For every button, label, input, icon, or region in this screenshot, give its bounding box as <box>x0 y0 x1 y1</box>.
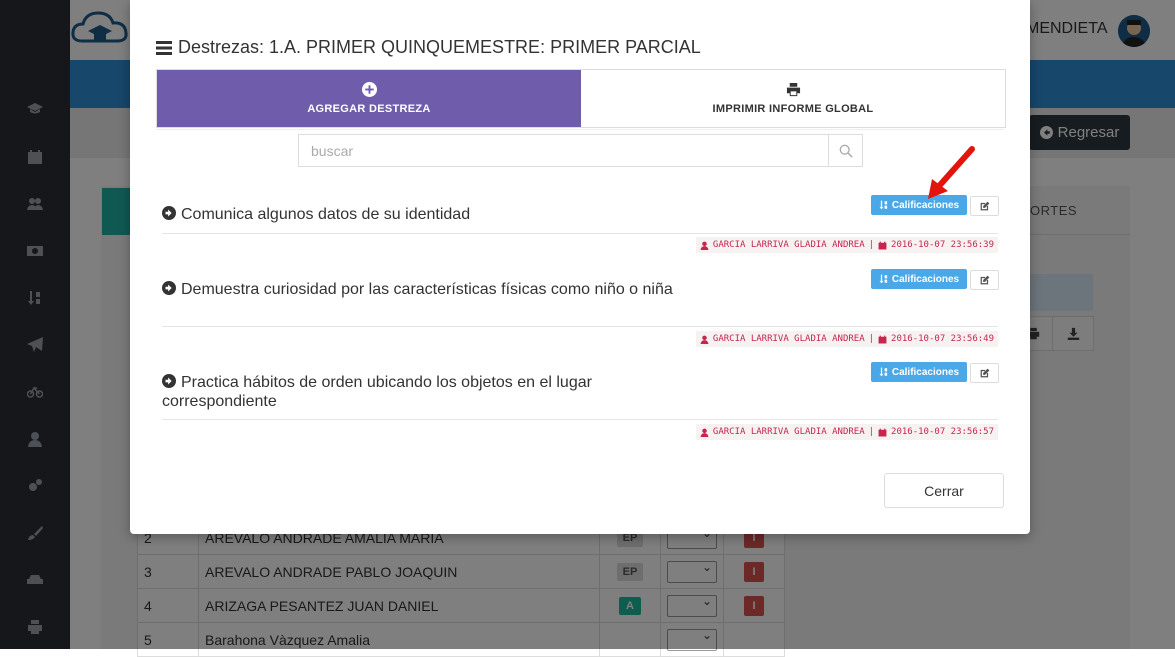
destreza-meta: GARCIA LARRIVA GLADIA ANDREA | 2016-10-0… <box>695 424 998 440</box>
print-report-label: IMPRIMIR INFORME GLOBAL <box>712 103 874 115</box>
destreza-title: Comunica algunos datos de su identidad <box>162 205 702 224</box>
meta-date: 2016-10-07 23:56:57 <box>891 427 994 437</box>
divider <box>156 129 1004 130</box>
calendar-icon <box>878 428 887 436</box>
meta-separator: | <box>868 427 875 437</box>
print-icon <box>786 82 800 97</box>
add-destreza-label: AGREGAR DESTREZA <box>307 103 431 115</box>
meta-date: 2016-10-07 23:56:49 <box>891 334 994 344</box>
destrezas-modal: Destrezas: 1.A. PRIMER QUINQUEMESTRE: PR… <box>130 0 1030 534</box>
meta-separator: | <box>868 334 875 344</box>
modal-title-text: Destrezas: 1.A. PRIMER QUINQUEMESTRE: PR… <box>178 37 701 57</box>
meta-author: GARCIA LARRIVA GLADIA ANDREA <box>712 240 865 250</box>
sort-numeric-icon <box>879 200 887 210</box>
bars-icon <box>156 40 172 55</box>
close-button[interactable]: Cerrar <box>884 473 1004 508</box>
modal-title: Destrezas: 1.A. PRIMER QUINQUEMESTRE: PR… <box>156 37 701 58</box>
divider <box>162 326 998 327</box>
edit-button[interactable] <box>970 270 999 290</box>
sort-numeric-icon <box>879 367 887 377</box>
edit-icon <box>980 275 989 285</box>
search-bar <box>298 134 863 167</box>
calendar-icon <box>878 335 887 343</box>
edit-icon <box>980 368 989 378</box>
calificaciones-button[interactable]: Calificaciones <box>871 362 967 382</box>
calificaciones-label: Calificaciones <box>891 273 960 285</box>
sort-numeric-icon <box>879 274 887 284</box>
arrow-circle-right-icon <box>162 206 176 220</box>
add-destreza-button[interactable]: AGREGAR DESTREZA <box>157 70 581 127</box>
destreza-title: Demuestra curiosidad por las característ… <box>162 280 702 299</box>
divider <box>162 233 998 234</box>
search-input[interactable] <box>298 134 829 167</box>
edit-button[interactable] <box>970 363 999 383</box>
calificaciones-button[interactable]: Calificaciones <box>871 269 967 289</box>
user-icon <box>700 241 709 250</box>
plus-circle-icon <box>361 82 377 97</box>
print-report-button[interactable]: IMPRIMIR INFORME GLOBAL <box>581 70 1005 127</box>
destreza-meta: GARCIA LARRIVA GLADIA ANDREA | 2016-10-0… <box>695 331 998 347</box>
action-tabs: AGREGAR DESTREZA IMPRIMIR INFORME GLOBAL <box>156 69 1006 128</box>
destreza-meta: GARCIA LARRIVA GLADIA ANDREA | 2016-10-0… <box>695 237 998 253</box>
meta-author: GARCIA LARRIVA GLADIA ANDREA <box>712 427 865 437</box>
calendar-icon <box>878 241 887 249</box>
divider <box>162 419 998 420</box>
annotation-arrow-icon <box>928 146 975 199</box>
calificaciones-label: Calificaciones <box>891 366 960 378</box>
search-button[interactable] <box>829 134 863 167</box>
destreza-title-text: Comunica algunos datos de su identidad <box>181 206 471 223</box>
destreza-title-text: Practica hábitos de orden ubicando los o… <box>162 374 592 410</box>
meta-author: GARCIA LARRIVA GLADIA ANDREA <box>712 334 865 344</box>
user-icon <box>700 428 709 437</box>
meta-date: 2016-10-07 23:56:39 <box>891 240 994 250</box>
user-icon <box>700 335 709 344</box>
destreza-title-text: Demuestra curiosidad por las característ… <box>181 281 673 298</box>
arrow-circle-right-icon <box>162 281 176 295</box>
edit-icon <box>980 201 989 211</box>
meta-separator: | <box>868 240 875 250</box>
destreza-title: Practica hábitos de orden ubicando los o… <box>162 373 702 411</box>
arrow-circle-right-icon <box>162 374 176 388</box>
search-icon <box>839 144 853 158</box>
